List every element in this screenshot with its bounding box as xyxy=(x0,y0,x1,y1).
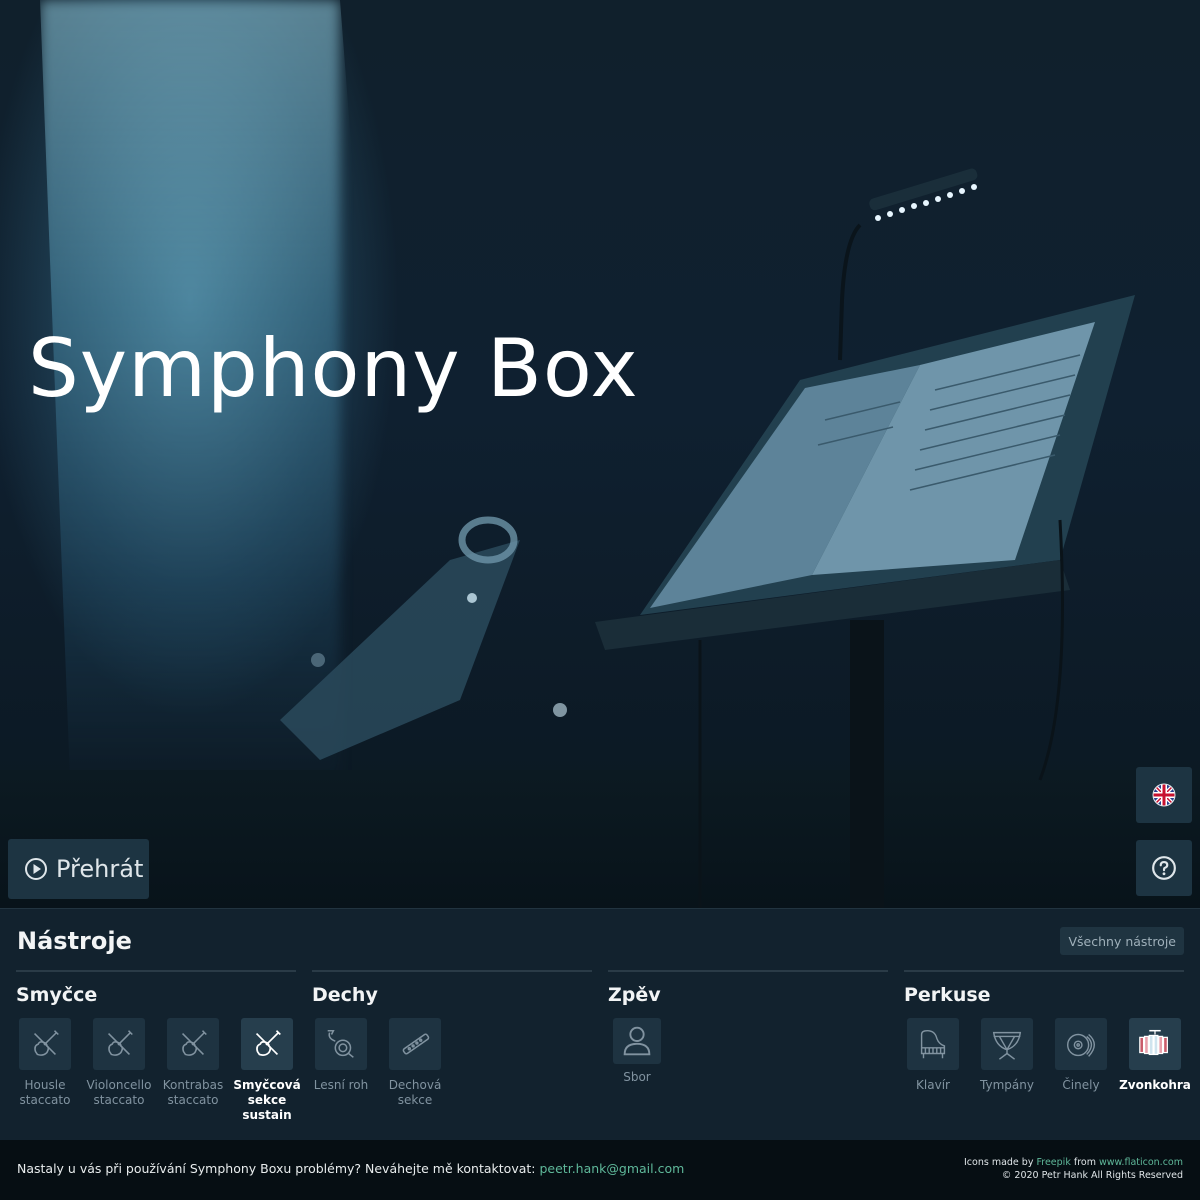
group-divider xyxy=(312,970,592,972)
credits: Icons made by Freepik from www.flaticon.… xyxy=(964,1156,1183,1182)
french-horn-icon xyxy=(327,1029,354,1058)
instrument-piano[interactable]: Klavír xyxy=(897,1018,969,1093)
person-icon xyxy=(623,1026,651,1056)
instrument-string-section-sustain[interactable]: Smyčcová sekce sustain xyxy=(231,1018,303,1123)
panel-title: Nástroje xyxy=(17,927,132,955)
help-button[interactable] xyxy=(1136,840,1192,896)
group-vocals: Zpěv Sbor xyxy=(608,970,888,1084)
hero-section: Symphony Box Přehrát xyxy=(0,0,1200,908)
instrument-label: Činely xyxy=(1062,1078,1100,1092)
app-title: Symphony Box xyxy=(28,322,639,415)
group-title: Zpěv xyxy=(608,984,661,1006)
violin-icon xyxy=(255,1030,281,1056)
credits-site-link[interactable]: www.flaticon.com xyxy=(1099,1157,1183,1168)
group-divider xyxy=(608,970,888,972)
instruments-panel: Nástroje Všechny nástroje Smyčce Housle … xyxy=(0,908,1200,1140)
instrument-label: Lesní roh xyxy=(313,1078,369,1092)
footer: Nastaly u vás při používání Symphony Box… xyxy=(0,1140,1200,1200)
credits-from: from xyxy=(1073,1157,1096,1168)
instrument-label: Violoncello staccato xyxy=(86,1078,152,1107)
flute-icon xyxy=(402,1033,430,1055)
violin-icon xyxy=(182,1030,207,1056)
violin-icon xyxy=(34,1030,59,1056)
instrument-label: Kontrabas staccato xyxy=(162,1078,224,1107)
instrument-label: Smyčcová sekce sustain xyxy=(233,1078,301,1122)
icon-credits: Icons made by Freepik from www.flaticon.… xyxy=(964,1156,1183,1169)
instrument-choir[interactable]: Sbor xyxy=(601,1018,673,1085)
group-title: Dechy xyxy=(312,984,378,1006)
copyright: © 2020 Petr Hank All Rights Reserved xyxy=(1001,1170,1183,1181)
credits-author-link[interactable]: Freepik xyxy=(1036,1157,1070,1168)
cymbals-icon xyxy=(1066,1033,1096,1057)
play-circle-icon xyxy=(25,858,47,880)
instrument-label: Sbor xyxy=(623,1070,651,1084)
instrument-label: Dechová sekce xyxy=(388,1078,442,1107)
group-percussion: Perkuse Klavír Tympány Činely Zvonkohra xyxy=(904,970,1191,1092)
contact-text: Nastaly u vás při používání Symphony Box… xyxy=(17,1161,536,1176)
instrument-label: Tympány xyxy=(980,1078,1034,1092)
instrument-label: Housle staccato xyxy=(19,1078,71,1107)
instrument-contrabass-staccato[interactable]: Kontrabas staccato xyxy=(157,1018,229,1108)
instrument-french-horn[interactable]: Lesní roh xyxy=(305,1018,377,1093)
timpani-icon xyxy=(992,1031,1022,1060)
group-title: Smyčce xyxy=(16,984,98,1006)
instrument-label: Klavír xyxy=(916,1078,950,1092)
contact-email-link[interactable]: peetr.hank@gmail.com xyxy=(539,1161,684,1176)
instrument-violin-staccato[interactable]: Housle staccato xyxy=(9,1018,81,1108)
piano-icon xyxy=(920,1029,946,1059)
group-divider xyxy=(16,970,296,972)
question-circle-icon xyxy=(1152,856,1176,880)
all-instruments-button[interactable]: Všechny nástroje xyxy=(1060,927,1184,955)
contact-message: Nastaly u vás při používání Symphony Box… xyxy=(17,1161,684,1176)
music-stand-illustration xyxy=(280,168,1135,908)
glockenspiel-icon xyxy=(1139,1029,1168,1056)
play-button-label: Přehrát xyxy=(56,855,144,883)
group-title: Perkuse xyxy=(904,984,991,1006)
instrument-glockenspiel[interactable]: Zvonkohra xyxy=(1119,1018,1191,1093)
language-button[interactable] xyxy=(1136,767,1192,823)
instrument-wind-section[interactable]: Dechová sekce xyxy=(379,1018,451,1108)
group-divider xyxy=(904,970,1184,972)
instrument-timpani[interactable]: Tympány xyxy=(971,1018,1043,1093)
instrument-label: Zvonkohra xyxy=(1119,1078,1191,1092)
instrument-cello-staccato[interactable]: Violoncello staccato xyxy=(83,1018,155,1108)
uk-flag-icon xyxy=(1152,783,1176,807)
group-winds: Dechy Lesní roh Dechová sekce xyxy=(312,970,592,1107)
group-strings: Smyčce Housle staccato Violoncello stacc… xyxy=(16,970,301,1122)
violin-icon xyxy=(108,1030,133,1056)
credits-prefix: Icons made by xyxy=(964,1157,1034,1168)
instrument-cymbals[interactable]: Činely xyxy=(1045,1018,1117,1093)
play-button[interactable]: Přehrát xyxy=(8,839,149,899)
